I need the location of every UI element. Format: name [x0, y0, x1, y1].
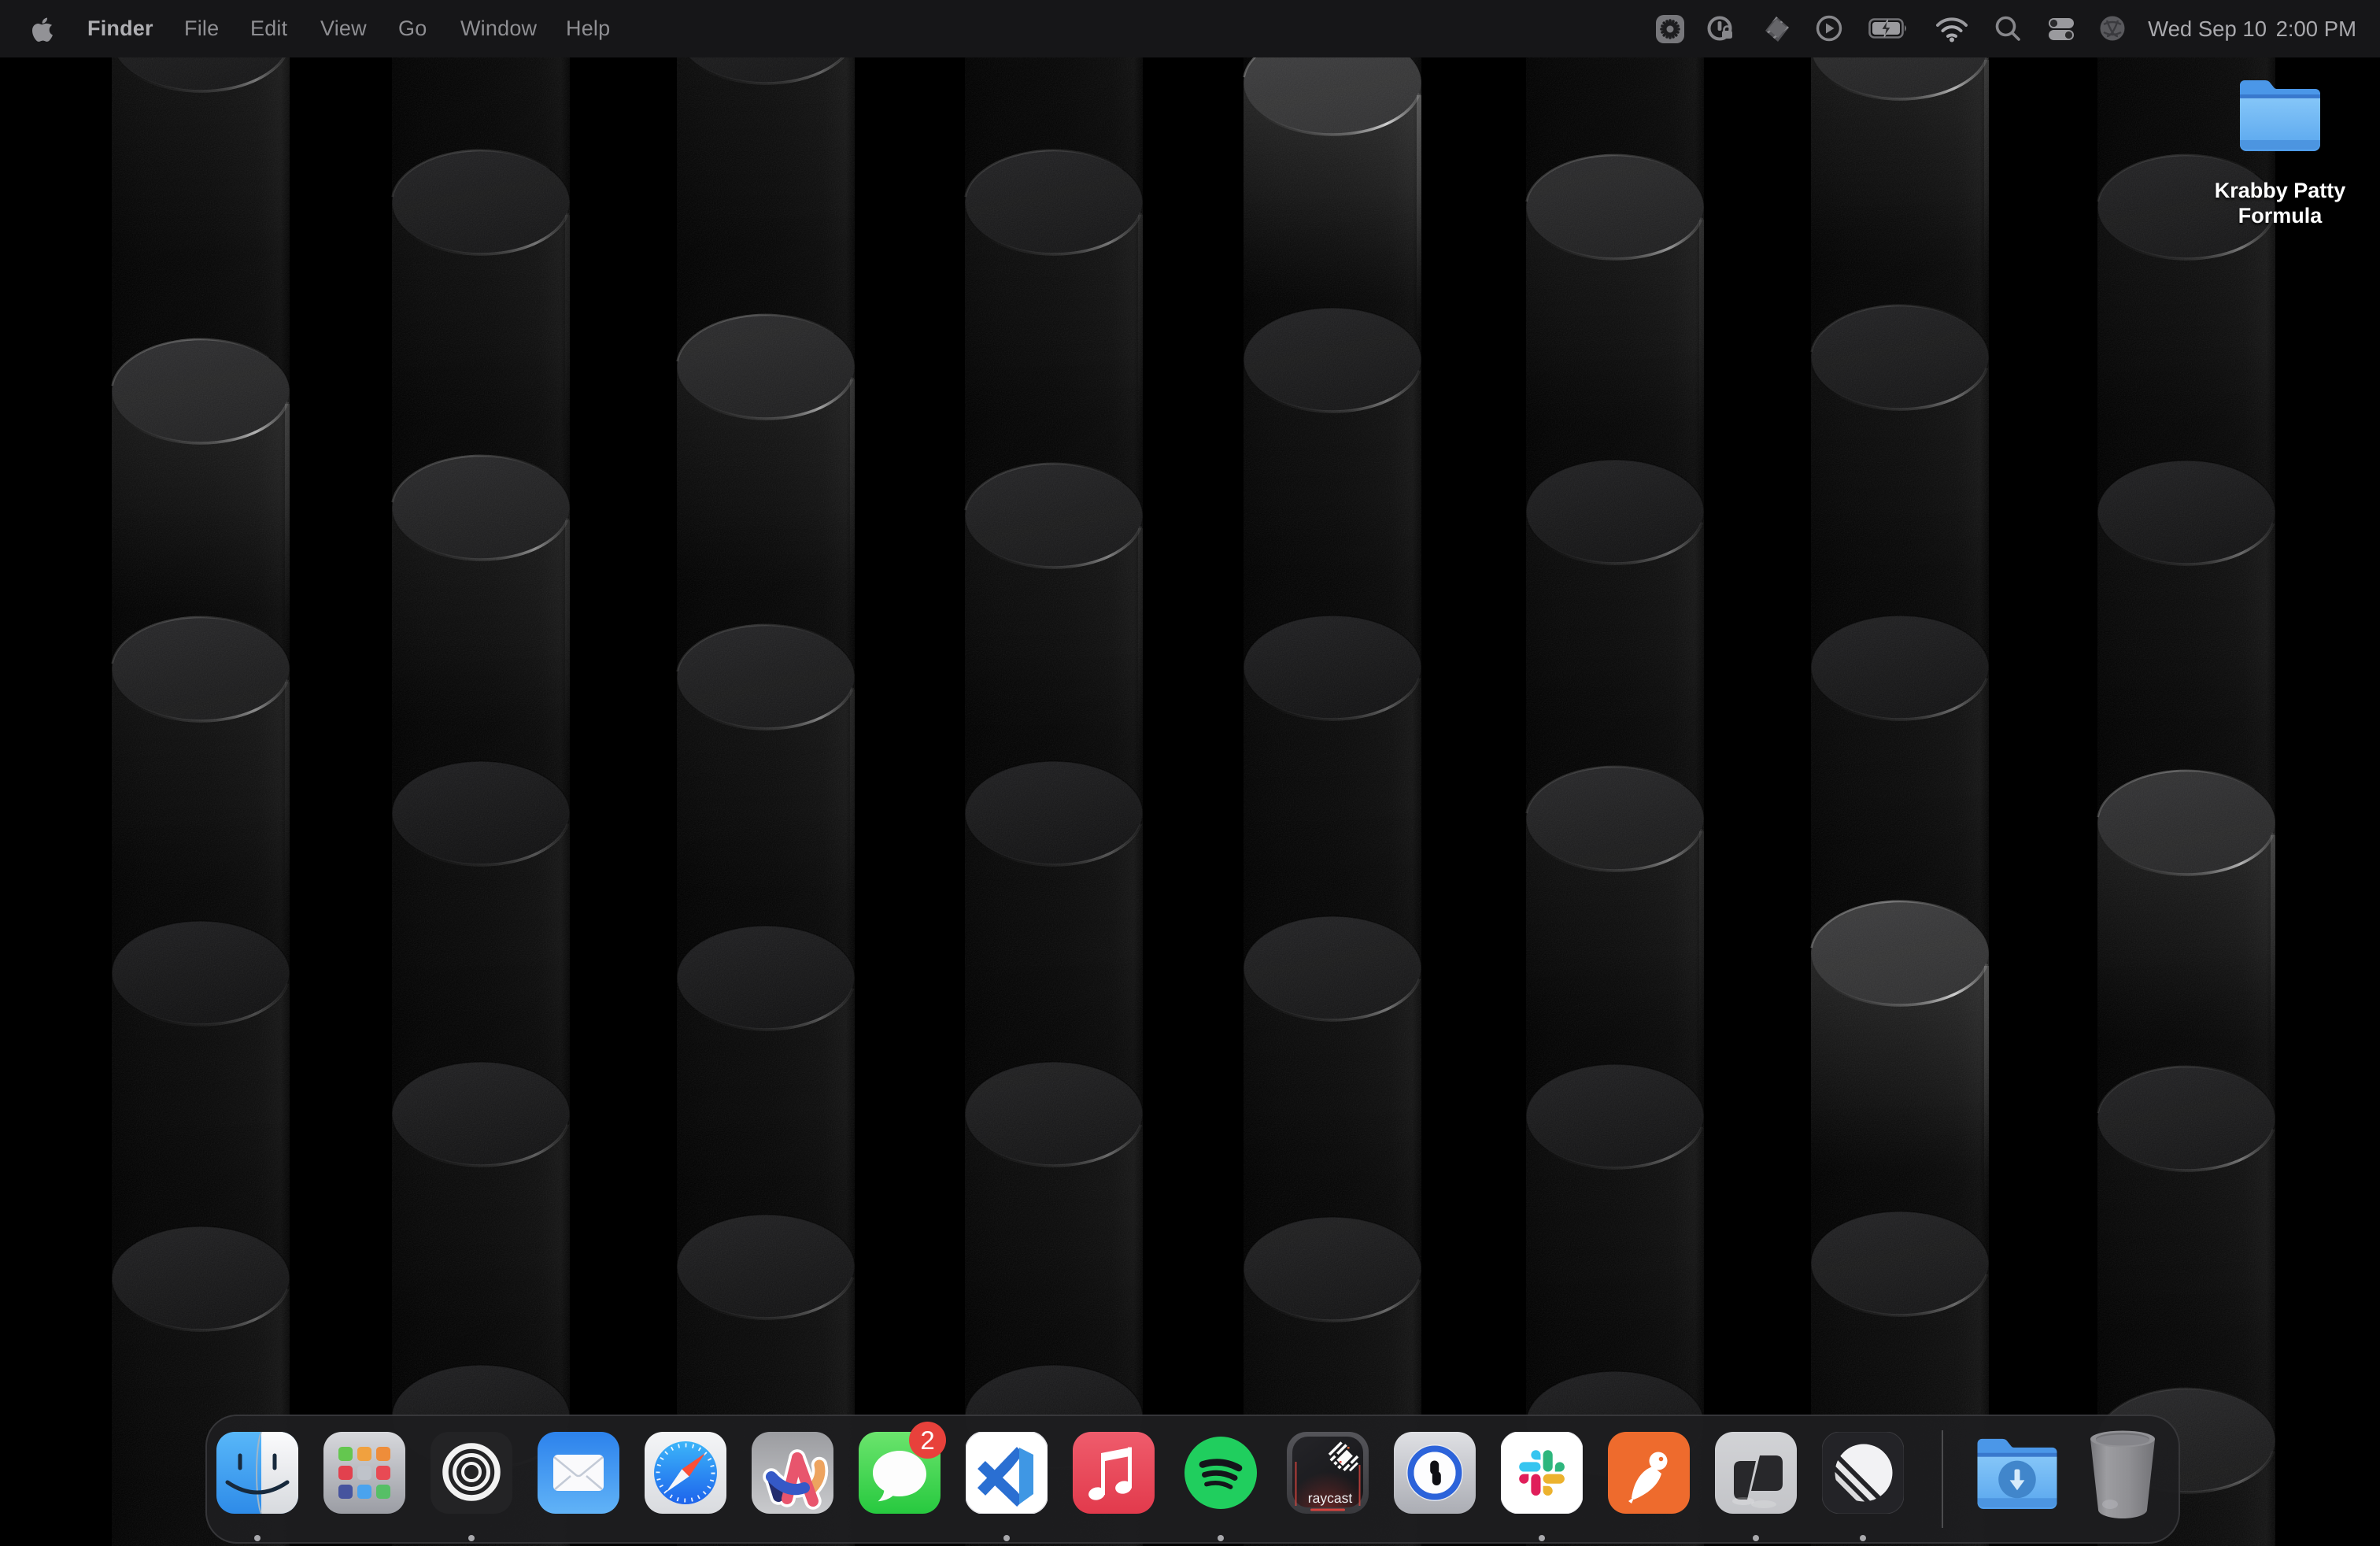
- svg-text:raycast: raycast: [1308, 1490, 1353, 1506]
